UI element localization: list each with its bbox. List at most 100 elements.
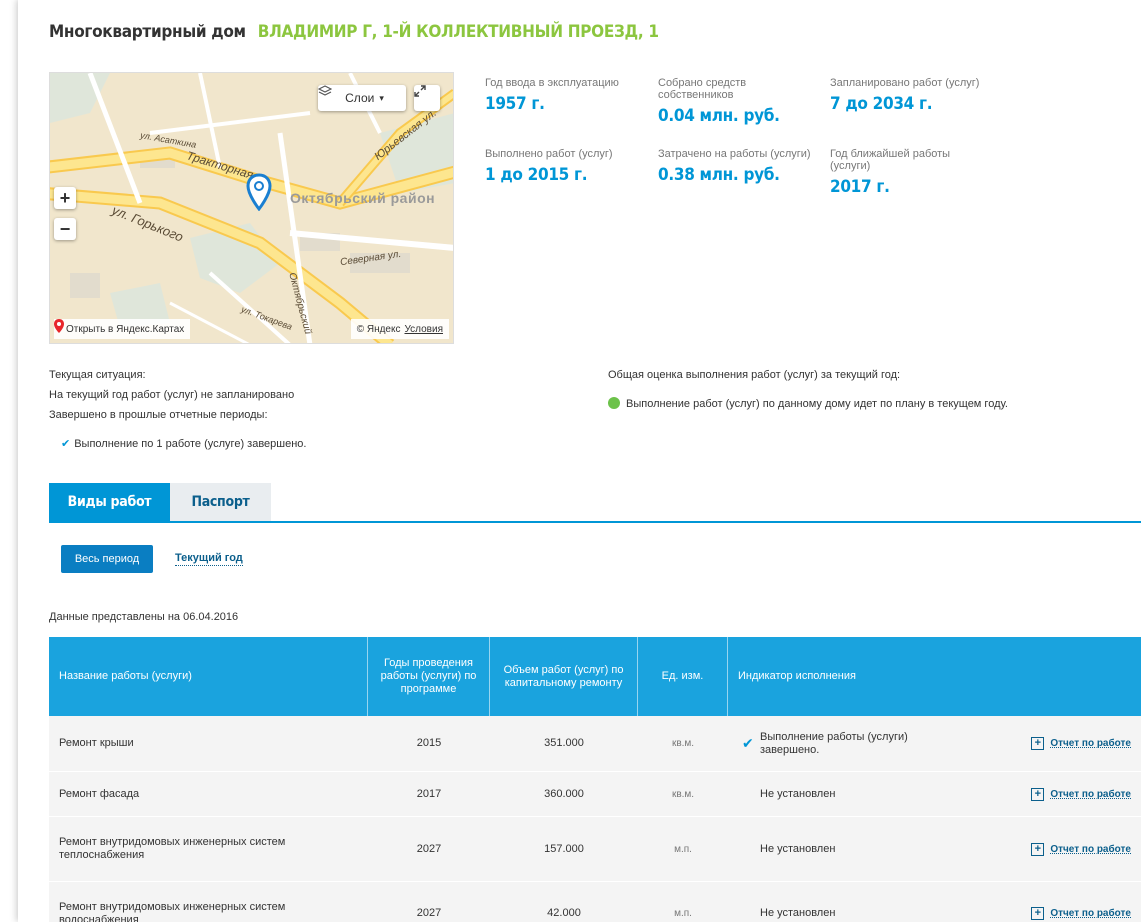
stat-spent: Затрачено на работы (услуги) 0.38 млн. р… [658, 148, 818, 185]
column-header: Индикатор исполнения [738, 670, 856, 682]
work-year: 2015 [416, 737, 442, 749]
layers-label: Слои [345, 91, 375, 105]
stat-value: 2017 г. [830, 177, 890, 197]
stat-value: 7 до 2034 г. [830, 94, 933, 114]
table-header: Название работы (услуги) Годы проведения… [49, 637, 1141, 716]
report-label: Отчет по работе [1050, 738, 1131, 749]
column-header: Годы проведения работы (услуги) по прогр… [368, 637, 490, 716]
stat-label: Затрачено на работы (услуги) [658, 148, 811, 160]
overall-status-text: Выполнение работ (услуг) по данному дому… [626, 398, 1008, 410]
minus-icon: − [59, 218, 71, 239]
open-yandex-label: Открыть в Яндекс.Картах [66, 323, 185, 335]
stat-label: Год ввода в эксплуатацию [485, 77, 619, 89]
stat-value: 0.38 млн. руб. [658, 165, 780, 185]
work-name: Ремонт фасада [59, 787, 140, 800]
column-header: Ед. изм. [638, 637, 728, 716]
layers-button[interactable]: Слои ▾ [318, 85, 406, 111]
table-row: Ремонт внутридомовых инженерных систем т… [49, 817, 1141, 882]
plus-icon: + [1031, 842, 1045, 856]
work-volume: 157.000 [544, 842, 584, 855]
situation-past-title: Завершено в прошлые отчетные периоды: [49, 409, 268, 421]
work-unit: кв.м. [671, 788, 695, 800]
stat-label: Запланировано работ (услуг) [830, 77, 980, 89]
plus-icon: + [59, 187, 71, 208]
work-unit: кв.м. [671, 738, 695, 749]
situation-title: Текущая ситуация: [49, 369, 146, 381]
stat-label: Выполнено работ (услуг) [485, 148, 613, 160]
work-indicator: Не установлен + Отчет по работе [728, 882, 1141, 922]
indicator-text: Не установлен [760, 787, 836, 800]
work-year: 2017 [416, 787, 442, 800]
tab-bar: Виды работ Паспорт [49, 483, 1141, 523]
work-name: Ремонт внутридомовых инженерных систем в… [59, 900, 286, 922]
column-header: Объем работ (услуг) по капитальному ремо… [490, 637, 638, 716]
page-frame: Многоквартирный дом ВЛАДИМИР Г, 1-Й КОЛЛ… [18, 0, 1141, 922]
stat-planned-works: Запланировано работ (услуг) 7 до 2034 г. [830, 77, 990, 114]
page-title: Многоквартирный дом ВЛАДИМИР Г, 1-Й КОЛЛ… [49, 22, 659, 42]
work-unit: м.п. [674, 843, 692, 855]
indicator-text: Не установлен [760, 842, 836, 855]
map-copyright: © Яндекс Условия [350, 319, 449, 339]
indicator-text: Выполнение работы (услуги) завершено. [760, 730, 908, 756]
status-dot-icon [608, 397, 620, 409]
overall-title: Общая оценка выполнения работ (услуг) за… [608, 369, 901, 381]
period-current-link[interactable]: Текущий год [175, 551, 243, 566]
work-name: Ремонт крыши [59, 737, 134, 749]
table-row: Ремонт крыши 2015 351.000 кв.м. ✔ Выполн… [49, 716, 1141, 772]
stat-nearest-year: Год ближайшей работы (услуги) 2017 г. [830, 148, 990, 197]
check-icon: ✔ [742, 735, 754, 751]
report-link[interactable]: + Отчет по работе [1031, 842, 1131, 856]
table-row: Ремонт внутридомовых инженерных систем в… [49, 882, 1141, 922]
building-type: Многоквартирный дом [49, 22, 246, 42]
work-name: Ремонт внутридомовых инженерных систем т… [59, 836, 286, 861]
stat-value: 0.04 млн. руб. [658, 106, 780, 126]
work-indicator: Не установлен + Отчет по работе [728, 772, 1141, 816]
report-link[interactable]: + Отчет по работе [1031, 787, 1131, 801]
column-header: Название работы (услуги) [49, 637, 368, 716]
open-in-yandex-link[interactable]: Открыть в Яндекс.Картах [54, 319, 191, 339]
overall-status: Выполнение работ (услуг) по данному дому… [608, 397, 1008, 411]
district-label: Октябрьский район [290, 190, 436, 206]
zoom-out-button[interactable]: − [54, 218, 76, 240]
works-table: Название работы (услуги) Годы проведения… [49, 637, 1141, 922]
past-item-text: Выполнение по 1 работе (услуге) завершен… [74, 438, 307, 450]
stat-value: 1957 г. [485, 94, 545, 114]
report-label: Отчет по работе [1050, 843, 1131, 855]
tab-passport[interactable]: Паспорт [170, 483, 271, 521]
stat-label: Год ближайшей работы (услуги) [830, 148, 951, 172]
report-label: Отчет по работе [1050, 908, 1131, 919]
plus-icon: + [1031, 907, 1045, 920]
check-icon: ✔ [61, 438, 71, 450]
situation-past-item: ✔ Выполнение по 1 работе (услуге) заверше… [61, 437, 306, 451]
plus-icon: + [1031, 787, 1045, 801]
yandex-map[interactable]: Тракторная ул. ул. Горького Северная ул.… [49, 72, 454, 344]
work-indicator: ✔ Выполнение работы (услуги) завершено. … [728, 716, 1141, 771]
report-link[interactable]: + Отчет по работе [1031, 907, 1131, 920]
stat-owner-funds: Собрано средств собственников 0.04 млн. … [658, 77, 818, 126]
building-address: ВЛАДИМИР Г, 1-Й КОЛЛЕКТИВНЫЙ ПРОЕЗД, 1 [257, 22, 659, 42]
copyright-text: © Яндекс [356, 323, 401, 335]
indicator-text: Не установлен [760, 907, 836, 919]
work-year: 2027 [416, 907, 442, 919]
work-unit: м.п. [674, 908, 692, 919]
stat-value: 1 до 2015 г. [485, 165, 588, 185]
stat-completed-works: Выполнено работ (услуг) 1 до 2015 г. [485, 148, 645, 185]
table-row: Ремонт фасада 2017 360.000 кв.м. Не уста… [49, 772, 1141, 817]
tab-work-types[interactable]: Виды работ [49, 483, 170, 521]
work-year: 2027 [416, 842, 442, 855]
report-link[interactable]: + Отчет по работе [1031, 737, 1131, 750]
period-all-button[interactable]: Весь период [61, 545, 153, 573]
work-indicator: Не установлен + Отчет по работе [728, 817, 1141, 881]
terms-link[interactable]: Условия [404, 324, 443, 335]
stat-year-built: Год ввода в эксплуатацию 1957 г. [485, 77, 645, 114]
work-volume: 42.000 [547, 907, 581, 919]
work-volume: 360.000 [544, 787, 584, 800]
work-volume: 351.000 [544, 737, 584, 749]
fullscreen-button[interactable] [414, 85, 440, 111]
report-label: Отчет по работе [1050, 788, 1131, 800]
chevron-down-icon: ▾ [379, 92, 384, 103]
situation-current: На текущий год работ (услуг) не запланир… [49, 389, 295, 401]
data-as-of: Данные представлены на 06.04.2016 [49, 611, 239, 623]
plus-icon: + [1031, 737, 1045, 750]
zoom-in-button[interactable]: + [54, 187, 76, 209]
